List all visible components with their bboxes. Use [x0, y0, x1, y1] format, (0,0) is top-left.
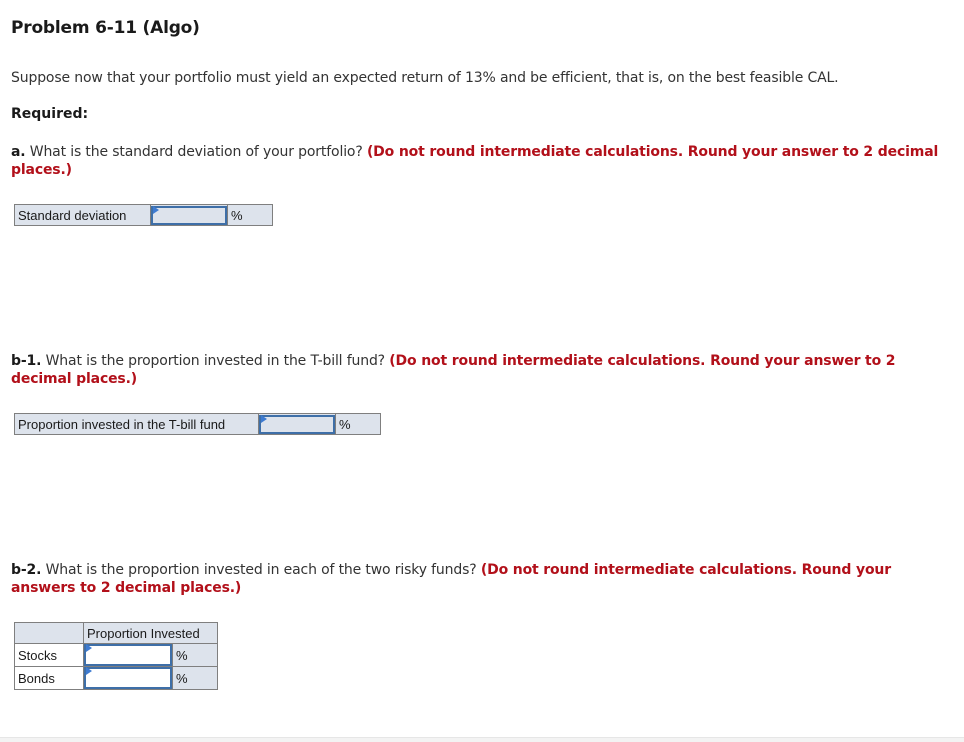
stocks-label: Stocks [14, 643, 84, 667]
standard-deviation-label: Standard deviation [14, 204, 151, 226]
question-b2: b-2. What is the proportion invested in … [11, 561, 951, 597]
table-header-row: Proportion Invested [14, 622, 218, 644]
standard-deviation-input[interactable] [153, 207, 225, 223]
standard-deviation-table: Standard deviation % [14, 204, 273, 226]
bonds-proportion-input[interactable] [86, 669, 170, 687]
question-b2-text: What is the proportion invested in each … [41, 562, 481, 578]
problem-title: Problem 6-11 (Algo) [11, 18, 200, 38]
percent-unit: % [227, 204, 273, 226]
question-b2-label: b-2. [11, 562, 42, 578]
table-row: Proportion invested in the T-bill fund % [14, 413, 381, 435]
question-b1: b-1. What is the proportion invested in … [11, 352, 951, 388]
tbill-proportion-input[interactable] [261, 416, 333, 432]
question-b1-label: b-1. [11, 353, 42, 369]
standard-deviation-field [151, 205, 227, 225]
header-corner-cell [14, 622, 84, 644]
table-row: Bonds % [14, 666, 218, 690]
proportion-invested-header: Proportion Invested [83, 622, 218, 644]
question-a: a. What is the standard deviation of you… [11, 143, 951, 179]
tbill-proportion-cell [258, 413, 336, 435]
stocks-field [84, 644, 172, 666]
table-row: Standard deviation % [14, 204, 273, 226]
bonds-label: Bonds [14, 666, 84, 690]
risky-funds-table: Proportion Invested Stocks % Bonds % [14, 622, 218, 690]
question-b1-text: What is the proportion invested in the T… [41, 353, 390, 369]
tbill-proportion-label: Proportion invested in the T-bill fund [14, 413, 259, 435]
bonds-cell [83, 666, 173, 690]
input-flag-icon [86, 667, 92, 675]
percent-unit: % [335, 413, 381, 435]
question-a-text: What is the standard deviation of your p… [25, 144, 367, 160]
tbill-proportion-field [259, 414, 335, 434]
input-flag-icon [261, 414, 267, 423]
bonds-field [84, 667, 172, 689]
required-label: Required: [11, 106, 89, 122]
table-row: Stocks % [14, 643, 218, 667]
question-a-label: a. [11, 144, 26, 160]
tbill-proportion-table: Proportion invested in the T-bill fund % [14, 413, 381, 435]
bottom-divider [0, 737, 964, 742]
stocks-proportion-input[interactable] [86, 646, 170, 664]
input-flag-icon [86, 644, 92, 652]
percent-unit: % [172, 643, 218, 667]
stocks-cell [83, 643, 173, 667]
percent-unit: % [172, 666, 218, 690]
standard-deviation-cell [150, 204, 228, 226]
problem-intro: Suppose now that your portfolio must yie… [11, 70, 839, 86]
input-flag-icon [153, 205, 159, 214]
